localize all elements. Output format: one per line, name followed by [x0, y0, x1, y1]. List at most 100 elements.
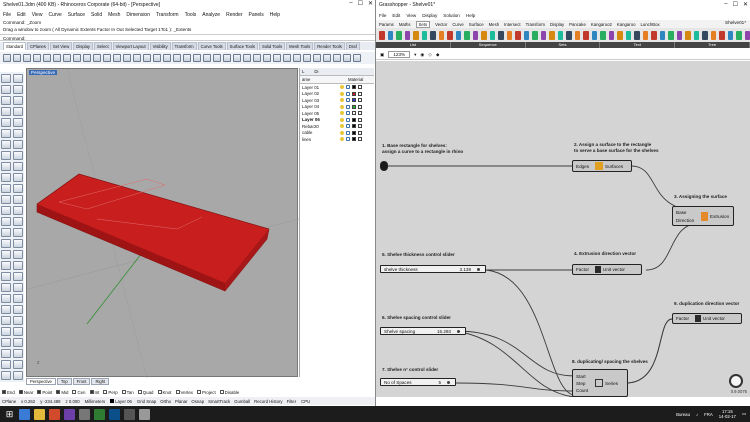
toolbar-button-icon[interactable]: [13, 54, 21, 62]
menu-item-transform[interactable]: Transform: [156, 12, 179, 18]
tool-button-icon[interactable]: [13, 195, 23, 204]
status-toggle-filter[interactable]: Filter: [287, 399, 297, 404]
gh-component-icon[interactable]: [617, 30, 623, 40]
layer-name[interactable]: Layer 03: [302, 98, 338, 103]
gh-component-icon[interactable]: [506, 30, 512, 40]
gh-component-icon[interactable]: [651, 30, 657, 40]
preview-eye-icon[interactable]: ◉: [420, 52, 424, 58]
toolbar-button-icon[interactable]: [113, 54, 121, 62]
osnap-checkbox[interactable]: [18, 390, 23, 394]
chrome-icon[interactable]: [49, 408, 60, 420]
toolbar-button-icon[interactable]: [243, 54, 251, 62]
gh-tab-kangaroo[interactable]: Kangaroo: [617, 22, 636, 27]
surfaces-output[interactable]: Surfaces: [605, 164, 623, 169]
tool-button-icon[interactable]: [1, 294, 11, 303]
toolbar-button-icon[interactable]: [253, 54, 261, 62]
gh-title-bar[interactable]: Grasshopper - Shelve01* – ☐ ✕: [376, 0, 750, 9]
zoom-dropdown-icon[interactable]: ▾: [414, 52, 416, 58]
toolbar-tab[interactable]: Set View: [49, 42, 73, 50]
tool-button-icon[interactable]: [13, 338, 23, 347]
toolbar-tab[interactable]: Standard: [3, 42, 26, 50]
menu-item-render[interactable]: Render: [226, 12, 242, 18]
gh-component-icon[interactable]: [702, 30, 708, 40]
wireframe-icon[interactable]: ◇: [428, 52, 432, 58]
toolbar-button-icon[interactable]: [103, 54, 111, 62]
view-tab-perspective[interactable]: Perspective: [26, 378, 56, 385]
layer-name[interactable]: Layer 02: [302, 91, 338, 96]
gh-close-icon[interactable]: ✕: [743, 1, 748, 8]
slider-grip[interactable]: [457, 329, 460, 333]
osnap-end[interactable]: End: [2, 390, 15, 395]
start-input[interactable]: Start: [576, 374, 595, 379]
layer-lock-icon[interactable]: [346, 104, 350, 109]
gh-component-icon[interactable]: [396, 30, 402, 40]
layer-name[interactable]: Rebar20: [302, 124, 338, 129]
toolbar-button-icon[interactable]: [3, 54, 11, 62]
menu-item-analyze[interactable]: Analyze: [202, 12, 220, 18]
factor-input-1[interactable]: Factor: [573, 267, 595, 272]
toolbar-button-icon[interactable]: [233, 54, 241, 62]
tool-button-icon[interactable]: [13, 96, 23, 105]
toolbar-button-icon[interactable]: [23, 54, 31, 62]
clock[interactable]: 17:15 14-02-17: [719, 409, 736, 419]
tool-button-icon[interactable]: [1, 195, 11, 204]
explorer-icon[interactable]: [19, 408, 30, 420]
rhino-taskbar-icon[interactable]: [79, 408, 90, 420]
command-prompt[interactable]: Command:: [0, 34, 375, 41]
toolbar-button-icon[interactable]: [263, 54, 271, 62]
tool-button-icon[interactable]: [1, 261, 11, 270]
layer-name[interactable]: cable: [302, 130, 338, 135]
tool-button-icon[interactable]: [13, 250, 23, 259]
osnap-mid[interactable]: Mid: [56, 390, 68, 395]
toolbar-tab[interactable]: Visibility: [149, 42, 171, 50]
tool-button-icon[interactable]: [1, 360, 11, 369]
layer-material-swatch[interactable]: [358, 130, 362, 135]
tool-button-icon[interactable]: [13, 184, 23, 193]
osnap-quad[interactable]: Quad: [137, 390, 154, 395]
tool-button-icon[interactable]: [13, 239, 23, 248]
layer-color-swatch[interactable]: [352, 85, 356, 90]
gh-tab-transform[interactable]: Transform: [526, 22, 545, 27]
layer-lock-icon[interactable]: [346, 91, 350, 96]
gh-group-sequence[interactable]: Sequence: [451, 42, 526, 48]
tool-button-icon[interactable]: [13, 217, 23, 226]
volume-icon[interactable]: ♪: [696, 412, 698, 417]
notifications-icon[interactable]: ▭: [742, 411, 746, 417]
layer-material-swatch[interactable]: [358, 104, 362, 109]
curve-param[interactable]: [380, 161, 388, 171]
toolbar-button-icon[interactable]: [343, 54, 351, 62]
toolbar-button-icon[interactable]: [283, 54, 291, 62]
unit-vector-output-1[interactable]: Unit vector: [603, 267, 625, 272]
extrude-component[interactable]: Base Direction Extrusion: [672, 206, 734, 226]
toolbar-button-icon[interactable]: [73, 54, 81, 62]
layer-material-swatch[interactable]: [358, 85, 362, 90]
layer-name[interactable]: lines: [302, 137, 338, 142]
layer-material-header[interactable]: Material: [348, 77, 363, 82]
tool-button-icon[interactable]: [13, 162, 23, 171]
bake-icon[interactable]: ◆: [436, 52, 440, 58]
cplane-label[interactable]: CPlane: [2, 399, 16, 404]
slider-grip[interactable]: [477, 267, 480, 271]
gh-tab-display[interactable]: Display: [550, 22, 564, 27]
tool-button-icon[interactable]: [1, 107, 11, 116]
toolbar-button-icon[interactable]: [293, 54, 301, 62]
toolbar-tab[interactable]: CPlanes: [27, 42, 49, 50]
unit-vector-component-1[interactable]: Factor Unit vector: [572, 264, 642, 275]
zoom-field[interactable]: 123%: [388, 51, 411, 58]
gh-component-icon[interactable]: [549, 30, 555, 40]
spacing-slider[interactable]: Shelve spacing 15.293: [380, 327, 466, 335]
layer-lock-icon[interactable]: [346, 98, 350, 103]
gh-tab-curve[interactable]: Curve: [452, 22, 463, 27]
layer-material-swatch[interactable]: [358, 137, 362, 142]
osnap-tan[interactable]: Tan: [121, 390, 134, 395]
gh-component-icon[interactable]: [736, 30, 742, 40]
gh-component-icon[interactable]: [421, 30, 427, 40]
tool-button-icon[interactable]: [1, 85, 11, 94]
toolbar-tab[interactable]: Transform: [171, 42, 197, 50]
layer-lock-icon[interactable]: [346, 124, 350, 129]
menu-item-panels[interactable]: Panels: [249, 12, 264, 18]
gh-maximize-icon[interactable]: ☐: [733, 1, 738, 8]
tool-button-icon[interactable]: [13, 140, 23, 149]
toolbar-button-icon[interactable]: [33, 54, 41, 62]
osnap-cen[interactable]: Cen: [72, 390, 86, 395]
